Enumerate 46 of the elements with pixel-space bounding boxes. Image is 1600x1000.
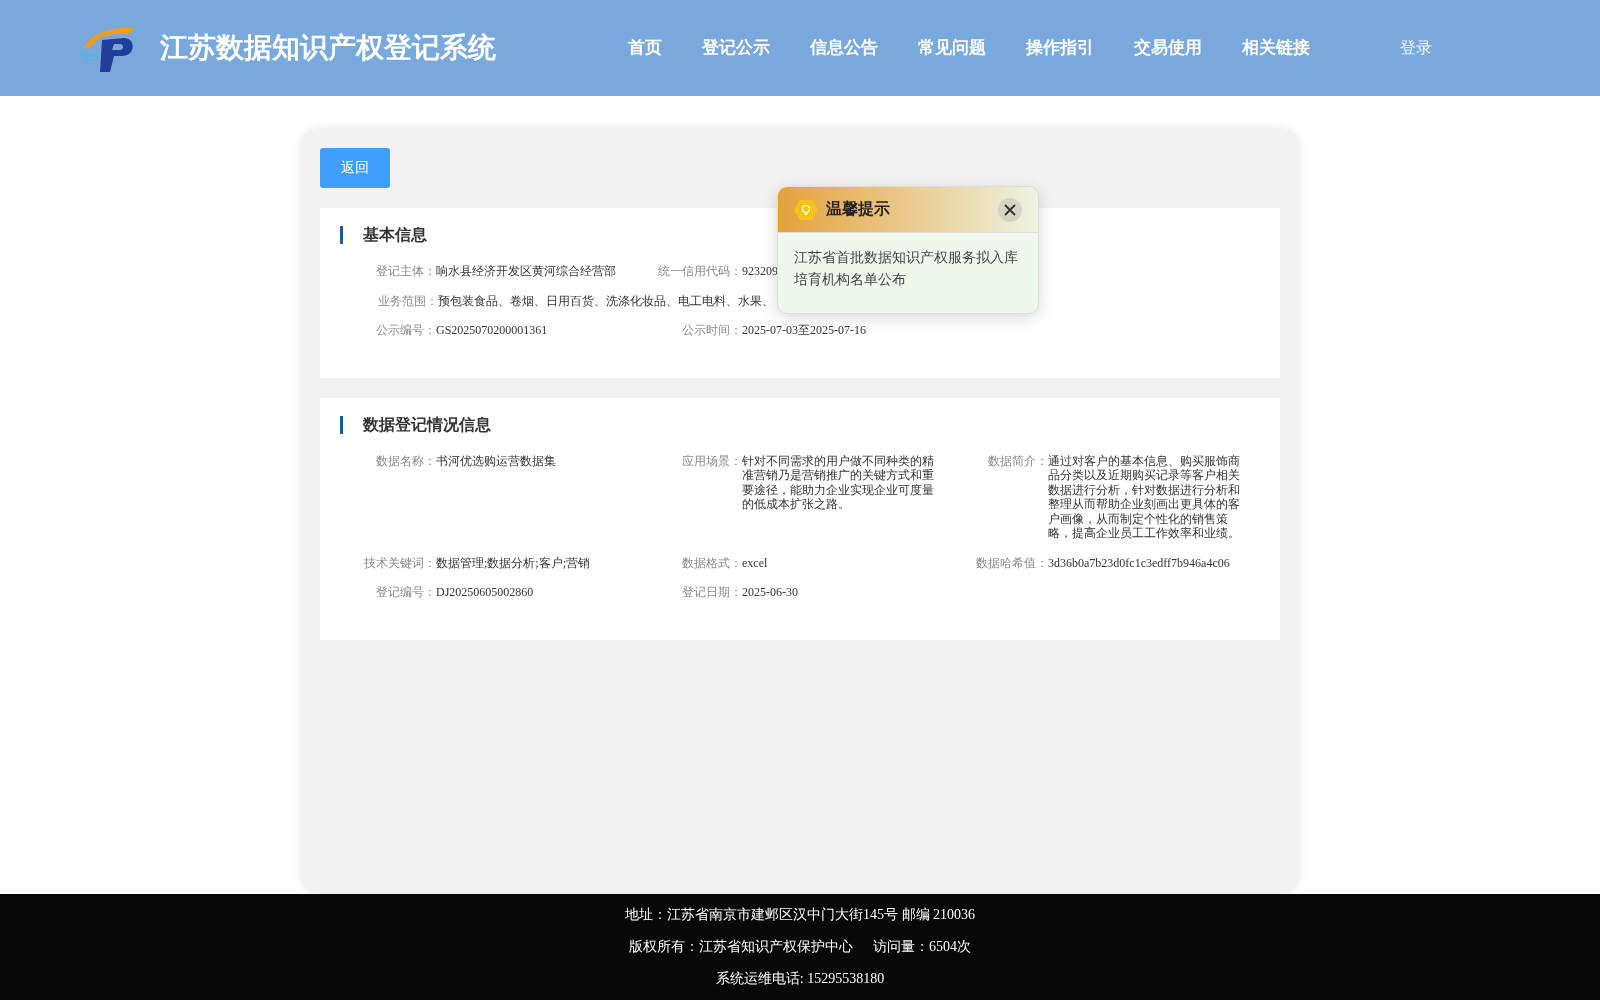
field-label: 数据哈希值： (975, 555, 1048, 570)
field-value: 书河优选购运营数据集 (436, 453, 556, 470)
field-label: 公示时间： (681, 323, 742, 338)
nav-link[interactable]: 操作指引 (1006, 35, 1114, 61)
back-button[interactable]: 返回 (320, 148, 390, 188)
close-button[interactable] (998, 197, 1022, 222)
site-title: 江苏数据知识产权登记系统 (160, 31, 496, 65)
field-value: 923209 (742, 264, 778, 279)
field-label: 数据格式： (681, 555, 742, 570)
nav-link[interactable]: 常见问题 (898, 35, 1006, 61)
field-value: excel (742, 555, 768, 570)
nav-link[interactable]: 信息公告 (790, 35, 898, 61)
field-label: 数据名称： (375, 453, 436, 470)
field-label: 应用场景： (681, 453, 742, 470)
close-icon (1004, 203, 1016, 216)
field-value: 数据管理;数据分析;客户;营销 (436, 555, 590, 570)
field-value: 通过对客户的基本信息、购买服饰商品分类以及近期购买记录等客户相关数据进行分析，针对数据进行分析和整理从而帮助企业刻画出更具体的客户画像，从而制定个性化的销售策略，提高企业员工工作效率和业绩。 (1048, 453, 1241, 541)
field-label: 登记日期： (681, 585, 742, 600)
footer-text: 地址：江苏省南京市建邺区汉中门大街145号 邮编 210036 (625, 906, 975, 924)
field-value: GS2025070200001361 (436, 323, 548, 338)
field-value: 3d36b0a7b23d0fc1c3edff7b946a4c06 (1048, 555, 1230, 570)
nav-link[interactable]: 登记公示 (682, 35, 790, 61)
field-label: 统一信用代码： (657, 264, 742, 279)
nav-link[interactable]: 相关链接 (1222, 35, 1330, 61)
field-label: 业务范围： (377, 293, 438, 308)
field-value: 2025-06-30 (742, 585, 798, 600)
field-label: 数据简介： (987, 453, 1048, 470)
notice-message: 江苏省首批数据知识产权服务拟入库培育机构名单公布 (793, 249, 1019, 289)
field-value: DJ20250605002860 (436, 585, 534, 600)
notice-title: 温馨提示 (826, 199, 891, 219)
field-label: 公示编号： (375, 323, 436, 338)
footer-text: 版权所有：江苏省知识产权保护中心 (629, 938, 853, 956)
field-value: 预包装食品、卷烟、日用百货、洗涤化妆品、电工电料、水果、 (438, 293, 774, 308)
bulb-icon (794, 198, 818, 221)
field-label: 登记主体： (375, 264, 436, 279)
field-value: 响水县经济开发区黄河综合经营部 (436, 264, 616, 279)
nav-link[interactable]: 交易使用 (1114, 35, 1222, 61)
field-label: 登记编号： (375, 585, 436, 600)
footer-text: 访问量：6504次 (873, 938, 971, 956)
field-value: 针对不同需求的用户做不同种类的精准营销乃是营销推广的关键方式和重要途径，能助力企业实现企业可度量的低成本扩张之路。 (742, 453, 935, 513)
footer-text: 系统运维电话: 15295538180 (715, 970, 885, 988)
field-value: 2025-07-03至2025-07-16 (742, 323, 866, 338)
login-link[interactable]: 登录 (1400, 37, 1432, 59)
nav-link[interactable]: 首页 (608, 35, 682, 61)
field-label: 技术关键词： (363, 555, 436, 570)
section-title: 数据登记情况信息 (340, 415, 1260, 434)
